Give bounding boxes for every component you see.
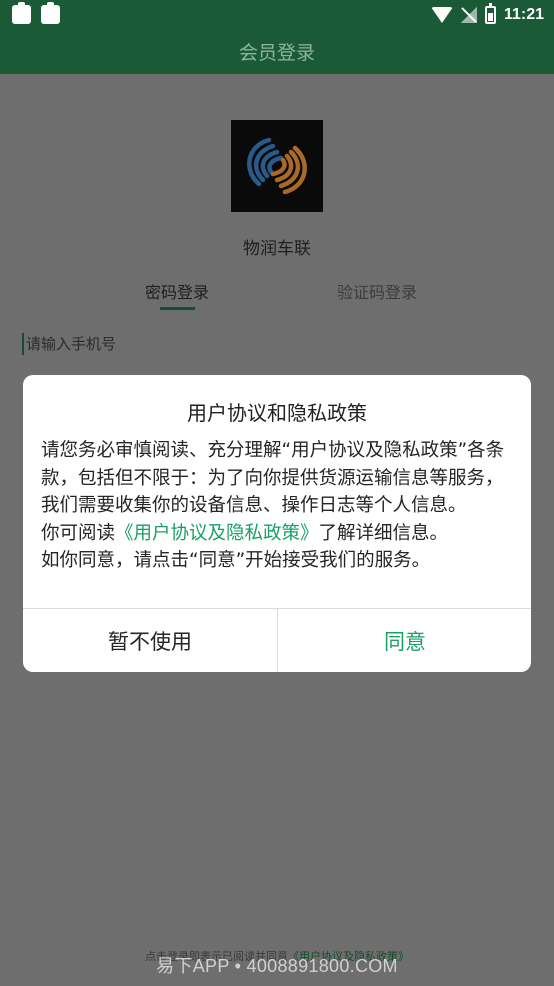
status-time: 11:21: [503, 6, 544, 23]
watermark: 易下APP • 4008891800.COM: [156, 956, 398, 976]
agreement-link[interactable]: 《用户协议及隐私政策》: [115, 523, 319, 544]
dialog-paragraph: 如你同意，请点击“同意”开始接受我们的服务。: [41, 550, 431, 571]
dialog-paragraph: 你可阅读《用户协议及隐私政策》了解详细信息。: [41, 520, 515, 548]
no-signal-icon: [460, 7, 477, 23]
agree-button[interactable]: 同意: [278, 609, 531, 672]
tab-code-login[interactable]: 验证码登录: [337, 279, 417, 303]
logo-icon: [247, 137, 307, 195]
tab-password-login[interactable]: 密码登录: [145, 279, 209, 303]
notification-icons: [12, 2, 60, 24]
status-bar: 11:21: [0, 0, 554, 30]
dialog-paragraph: 请您务必审慎阅读、充分理解“用户协议及隐私政策”各条款，包括但不限于：为了向你提…: [41, 440, 505, 516]
dialog-title: 用户协议和隐私政策: [187, 401, 367, 425]
phone-input[interactable]: [22, 333, 322, 355]
page-title: 会员登录: [238, 42, 315, 64]
clipboard-icon: [12, 2, 31, 24]
agreement-dialog: 用户协议和隐私政策 请您务必审慎阅读、充分理解“用户协议及隐私政策”各条款，包括…: [23, 375, 531, 672]
system-icons: 11:21: [430, 3, 544, 26]
dialog-text: 你可阅读: [41, 522, 116, 544]
app-logo: [231, 120, 323, 212]
dialog-body: 请您务必审慎阅读、充分理解“用户协议及隐私政策”各条款，包括但不限于：为了向你提…: [41, 437, 515, 575]
app-name: 物润车联: [243, 239, 311, 259]
decline-button[interactable]: 暂不使用: [23, 609, 277, 672]
tab-indicator: [160, 307, 195, 310]
app-header: 会员登录: [0, 30, 554, 74]
clipboard-icon: [41, 2, 60, 24]
wifi-icon: [430, 7, 453, 23]
dialog-text: 了解详细信息。: [318, 522, 449, 544]
battery-icon: [484, 3, 496, 24]
